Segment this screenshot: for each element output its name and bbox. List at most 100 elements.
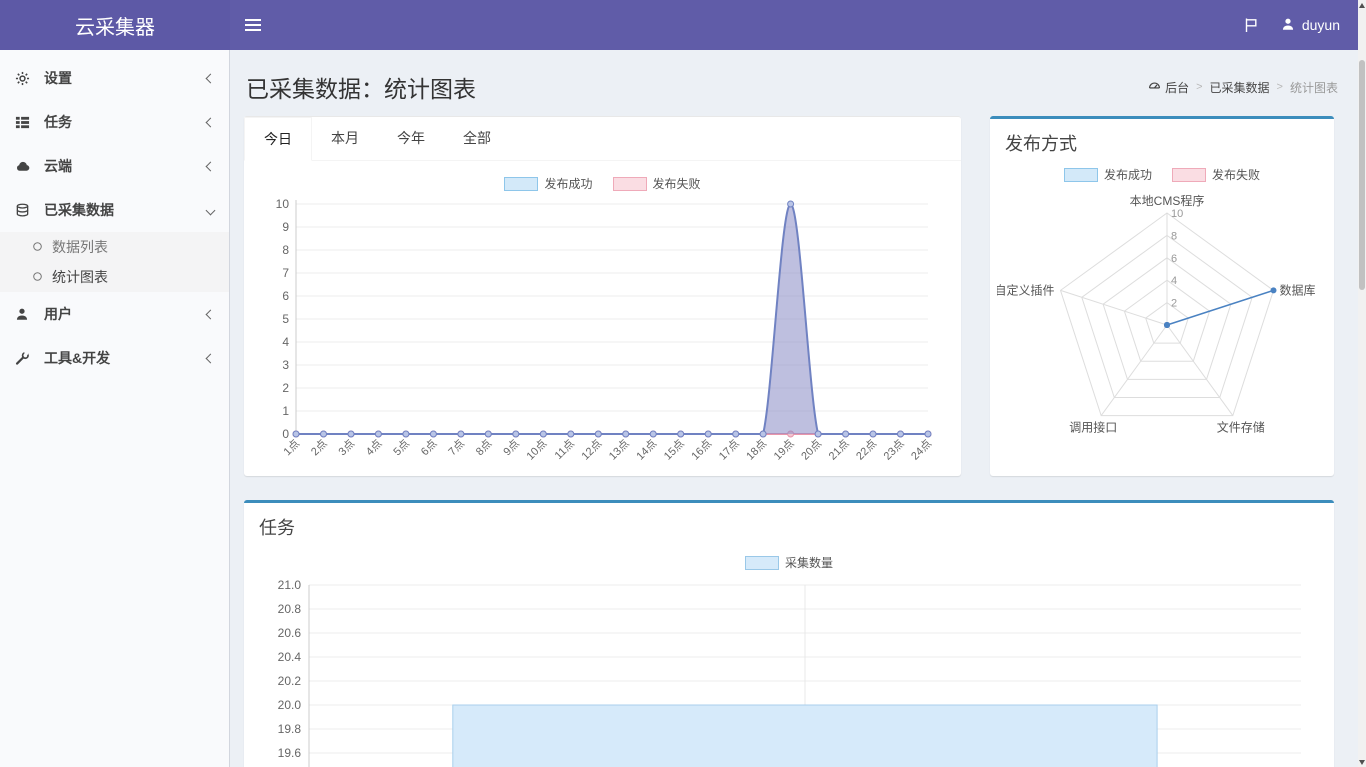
tab-this-month[interactable]: 本月 xyxy=(312,117,378,160)
legend-item[interactable]: 采集数量 xyxy=(745,554,833,571)
svg-text:5点: 5点 xyxy=(391,437,412,458)
wrench-icon xyxy=(15,351,35,366)
charts-row: 今日 本月 今年 全部 发布成功发布失败 0123456789101点2点3点4… xyxy=(244,116,1342,476)
sidebar-subitem-label: 统计图表 xyxy=(52,267,108,287)
svg-text:3点: 3点 xyxy=(336,437,357,458)
svg-text:自定义插件: 自定义插件 xyxy=(997,282,1055,297)
svg-text:20.2: 20.2 xyxy=(278,674,302,688)
legend-item[interactable]: 发布成功 xyxy=(504,175,592,192)
svg-text:12点: 12点 xyxy=(579,437,605,463)
svg-text:9点: 9点 xyxy=(501,437,522,458)
user-icon xyxy=(15,307,35,321)
card-title: 任务 xyxy=(244,503,1334,548)
svg-text:17点: 17点 xyxy=(716,437,742,463)
svg-text:2: 2 xyxy=(282,381,289,395)
svg-text:10: 10 xyxy=(276,197,290,211)
task-count-bar-chart[interactable]: 21.020.820.620.420.220.019.819.619.4 xyxy=(244,571,1334,767)
sidebar-item-label: 已采集数据 xyxy=(44,200,207,220)
flag-icon[interactable] xyxy=(1243,17,1259,33)
svg-text:19点: 19点 xyxy=(771,437,797,463)
svg-text:调用接口: 调用接口 xyxy=(1069,420,1117,435)
radar-chart-legend: 发布成功 发布失败 xyxy=(990,166,1334,183)
tab-today[interactable]: 今日 xyxy=(244,117,312,161)
chevron-left-icon xyxy=(206,73,216,83)
svg-text:22点: 22点 xyxy=(853,437,879,463)
content-header: 已采集数据：统计图表 后台 > 已采集数据 > 统计图表 xyxy=(244,64,1342,104)
sidebar-item-label: 工具&开发 xyxy=(44,348,207,368)
navbar-right: duyun xyxy=(1243,0,1366,50)
tab-this-year[interactable]: 今年 xyxy=(378,117,444,160)
svg-text:11点: 11点 xyxy=(552,437,577,462)
svg-text:文件存储: 文件存储 xyxy=(1217,420,1265,435)
legend-item[interactable]: 发布成功 xyxy=(1064,166,1152,183)
chevron-left-icon xyxy=(206,161,216,171)
sidebar-item-label: 云端 xyxy=(44,156,207,176)
sidebar-item-cloud[interactable]: 云端 xyxy=(0,144,229,188)
scrollbar-thumb[interactable] xyxy=(1359,60,1365,290)
svg-text:6: 6 xyxy=(1171,253,1177,265)
period-tabs: 今日 本月 今年 全部 xyxy=(244,117,961,161)
sidebar-item-label: 任务 xyxy=(44,112,207,132)
sidebar-submenu: 数据列表 统计图表 xyxy=(0,232,229,292)
page-title: 已采集数据：统计图表 xyxy=(246,70,476,104)
svg-text:6: 6 xyxy=(282,289,289,303)
breadcrumb-separator: > xyxy=(1277,81,1283,93)
svg-text:21点: 21点 xyxy=(826,437,852,463)
hourly-publish-chart[interactable]: 0123456789101点2点3点4点5点6点7点8点9点10点11点12点1… xyxy=(244,192,961,473)
svg-text:8: 8 xyxy=(282,243,289,257)
svg-text:20.4: 20.4 xyxy=(278,650,302,664)
svg-text:8: 8 xyxy=(1171,230,1177,242)
svg-text:9: 9 xyxy=(282,220,289,234)
svg-text:20.0: 20.0 xyxy=(278,698,302,712)
sidebar-item-tools-dev[interactable]: 工具&开发 xyxy=(0,336,229,380)
breadcrumb: 后台 > 已采集数据 > 统计图表 xyxy=(1148,79,1338,96)
sidebar-subitem-label: 数据列表 xyxy=(52,237,108,257)
breadcrumb-backend[interactable]: 后台 xyxy=(1148,79,1189,96)
sidebar-item-settings[interactable]: 设置 xyxy=(0,56,229,100)
svg-text:3: 3 xyxy=(282,358,289,372)
svg-text:10: 10 xyxy=(1171,208,1183,220)
sidebar-item-data-list[interactable]: 数据列表 xyxy=(0,232,229,262)
svg-text:21.0: 21.0 xyxy=(278,578,302,592)
scroll-up-arrow[interactable] xyxy=(1358,0,1366,10)
scrollbar[interactable] xyxy=(1358,0,1366,767)
gear-icon xyxy=(15,71,35,86)
legend-item[interactable]: 发布失败 xyxy=(1172,166,1260,183)
svg-text:4: 4 xyxy=(282,335,289,349)
tab-all[interactable]: 全部 xyxy=(444,117,510,160)
breadcrumb-collected-data[interactable]: 已采集数据 xyxy=(1210,79,1270,96)
svg-text:10点: 10点 xyxy=(524,437,550,463)
svg-text:18点: 18点 xyxy=(744,437,770,463)
svg-text:5: 5 xyxy=(282,312,289,326)
sidebar-item-tasks[interactable]: 任务 xyxy=(0,100,229,144)
svg-text:6点: 6点 xyxy=(418,437,439,458)
publish-method-radar-chart[interactable]: 246810本地CMS程序数据库文件存储调用接口自定义插件 xyxy=(990,183,1334,444)
publish-method-card: 发布方式 发布成功发布失败 246810本地CMS程序数据库文件存储调用接口自定… xyxy=(990,116,1334,476)
sidebar-item-collected-data[interactable]: 已采集数据 xyxy=(0,188,229,232)
svg-text:20.8: 20.8 xyxy=(278,602,302,616)
svg-text:本地CMS程序: 本地CMS程序 xyxy=(1130,193,1205,208)
chevron-left-icon xyxy=(206,309,216,319)
task-chart-card: 任务 采集数量 21.020.820.620.420.220.019.819.6… xyxy=(244,500,1334,767)
sidebar: 设置 任务 云端 已采集数据 xyxy=(0,50,230,767)
svg-text:20.6: 20.6 xyxy=(278,626,302,640)
chevron-down-icon xyxy=(206,205,216,215)
scroll-down-arrow[interactable] xyxy=(1358,757,1366,767)
svg-text:23点: 23点 xyxy=(881,437,907,463)
svg-text:16点: 16点 xyxy=(689,437,715,463)
dashboard-icon xyxy=(1148,79,1161,95)
sidebar-item-users[interactable]: 用户 xyxy=(0,292,229,336)
legend-item[interactable]: 发布失败 xyxy=(613,175,701,192)
chevron-left-icon xyxy=(206,353,216,363)
brand-logo[interactable]: 云采集器 xyxy=(0,0,230,50)
svg-text:2: 2 xyxy=(1171,298,1177,310)
user-menu[interactable]: duyun xyxy=(1281,17,1340,34)
svg-text:2点: 2点 xyxy=(308,437,329,458)
svg-text:4点: 4点 xyxy=(363,437,384,458)
svg-text:7: 7 xyxy=(282,266,289,280)
sidebar-item-stats-chart[interactable]: 统计图表 xyxy=(0,262,229,292)
svg-text:15点: 15点 xyxy=(661,437,687,463)
svg-text:24点: 24点 xyxy=(908,437,934,463)
sidebar-toggle-icon[interactable] xyxy=(230,0,276,50)
app-window: 云采集器 duyun 设置 xyxy=(0,0,1366,767)
